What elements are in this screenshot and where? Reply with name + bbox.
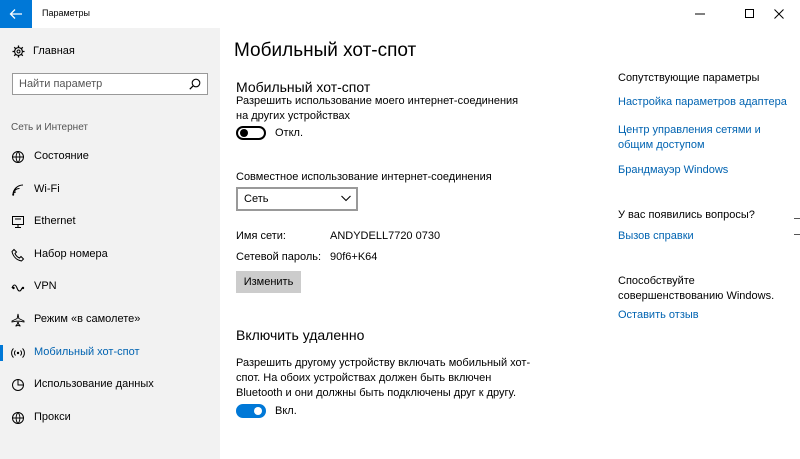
chevron-down-icon [341,195,351,202]
sidebar-item-label: Режим «в самолете» [34,312,141,325]
sidebar-item-vpn[interactable]: VPN [0,271,220,304]
page-title: Мобильный хот-спот [234,40,417,61]
improve-text-line-1: Способствуйте [618,275,695,287]
hotspot-icon [11,347,25,358]
remote-toggle-label: Вкл. [275,405,297,417]
sidebar-item-proxy[interactable]: Прокси [0,402,220,435]
related-settings-header: Сопутствующие параметры [618,72,760,84]
sidebar: Главная Сеть и Интернет Состояние Wi-Fi [0,28,220,459]
firewall-link[interactable]: Брандмауэр Windows [618,163,728,178]
close-icon [774,9,784,19]
home-label: Главная [33,45,75,57]
sidebar-nav: Состояние Wi-Fi Ethernet Набор номера VP… [0,141,220,434]
sharing-select-value: Сеть [244,193,269,205]
network-password-label: Сетевой пароль: [236,251,322,263]
back-button[interactable] [0,0,32,28]
remote-description: Разрешить другому устройству включать мо… [236,357,531,399]
sidebar-item-ethernet[interactable]: Ethernet [0,206,220,239]
sidebar-item-label: VPN [34,280,57,293]
remote-heading: Включить удаленно [236,327,365,343]
feedback-link[interactable]: Оставить отзыв [618,308,699,323]
toggle-knob [254,407,262,415]
window-edge-mark [794,234,800,235]
gear-icon [12,45,25,58]
minimize-icon [695,13,705,15]
toggle-knob [240,129,248,137]
close-button[interactable] [762,0,796,28]
airplane-icon [11,313,25,327]
minimize-button[interactable] [683,0,717,28]
status-icon [12,151,24,163]
section-header: Сеть и Интернет [11,122,89,133]
adapter-settings-link[interactable]: Настройка параметров адаптера [618,95,787,110]
title-bar: Параметры [0,0,800,28]
sidebar-item-label: Прокси [34,410,71,423]
sidebar-item-label: Использование данных [34,378,154,391]
back-arrow-icon [9,9,22,19]
related-settings-panel: Сопутствующие параметры Настройка параме… [618,28,800,459]
window-edge-mark [794,218,800,219]
sidebar-item-status[interactable]: Состояние [0,141,220,174]
sidebar-item-label: Набор номера [34,247,108,260]
network-name-label: Имя сети: [236,230,286,242]
network-name-value: ANDYDELL7720 0730 [330,230,441,242]
sharing-label: Совместное использование интернет-соедин… [236,171,492,183]
sidebar-item-label: Состояние [34,150,89,162]
vpn-icon [11,284,25,292]
search-icon[interactable] [189,78,201,90]
data-usage-icon [12,379,24,392]
proxy-icon [12,411,24,424]
share-toggle-label: Откл. [275,127,304,139]
sidebar-item-label: Wi-Fi [34,182,60,195]
wifi-icon [12,184,24,196]
search-box[interactable] [12,73,208,95]
maximize-icon [745,9,754,18]
sidebar-item-data-usage[interactable]: Использование данных [0,369,220,402]
network-password-value: 90f6+K64 [330,251,378,263]
network-center-link[interactable]: Центр управления сетями и общим доступом [618,123,768,153]
remote-toggle[interactable] [236,404,266,418]
sidebar-item-wifi[interactable]: Wi-Fi [0,174,220,207]
dial-up-icon [11,248,25,262]
edit-button[interactable]: Изменить [236,271,301,293]
sharing-select[interactable]: Сеть [236,187,358,211]
sidebar-item-airplane-mode[interactable]: Режим «в самолете» [0,304,220,337]
questions-header: У вас появились вопросы? [618,209,755,221]
search-input[interactable] [13,74,189,94]
sidebar-item-label: Мобильный хот-спот [34,345,140,358]
ethernet-icon [12,216,24,229]
sidebar-item-mobile-hotspot[interactable]: Мобильный хот-спот [0,337,220,370]
share-toggle[interactable] [236,126,266,140]
hotspot-heading: Мобильный хот-спот [236,79,371,95]
improve-text-line-2: совершенствованию Windows. [618,290,775,302]
help-link[interactable]: Вызов справки [618,229,694,244]
sidebar-item-label: Ethernet [34,215,76,228]
window-title: Параметры [42,8,90,18]
share-description: Разрешить использование моего интернет-с… [236,95,519,122]
sidebar-item-dial-up[interactable]: Набор номера [0,239,220,272]
